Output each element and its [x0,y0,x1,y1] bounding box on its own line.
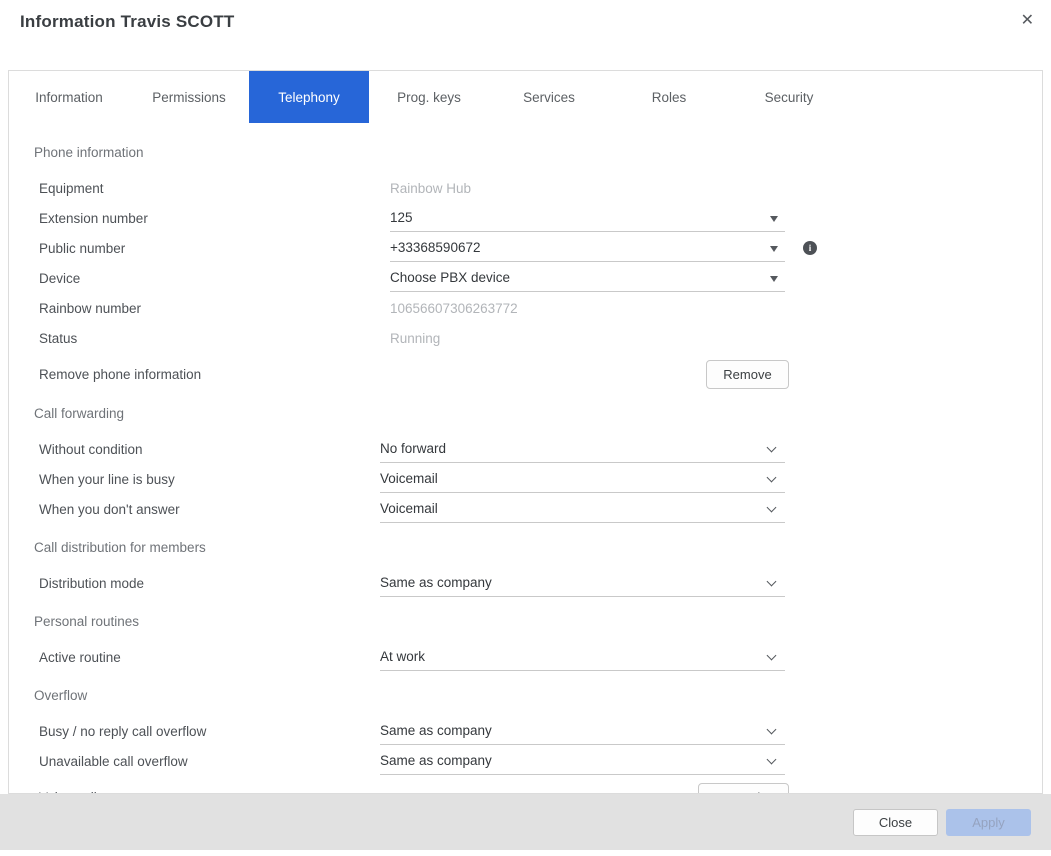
selected-value: At work [380,649,425,664]
section-title-call-forwarding: Call forwarding [9,400,1042,426]
close-button[interactable]: Close [853,809,938,836]
field-label: When you don't answer [39,502,380,517]
field-label: Unavailable call overflow [39,754,380,769]
chevron-down-icon [767,577,777,587]
equipment-value: Rainbow Hub [390,181,471,196]
dialog-panel: Information Permissions Telephony Prog. … [8,70,1043,794]
tab-services[interactable]: Services [489,71,609,123]
tab-bar: Information Permissions Telephony Prog. … [9,71,1042,123]
selected-value: Voicemail [380,501,438,516]
line-busy-select[interactable]: Voicemail [380,465,785,493]
rainbow-number-value: 10656607306263772 [390,301,518,316]
field-label: Remove phone information [39,367,390,382]
chevron-down-icon [767,503,777,513]
selected-value: +33368590672 [390,240,480,255]
row-without-condition: Without condition No forward [9,434,1042,464]
tab-permissions[interactable]: Permissions [129,71,249,123]
dropdown-arrow-icon [770,216,778,222]
customize-button[interactable]: Customize [698,783,789,795]
row-device: Device Choose PBX device [9,263,1042,293]
field-label: Extension number [39,211,390,226]
row-status: Status Running [9,323,1042,353]
row-voicemail-management: Voicemail management Customize [9,781,1042,794]
field-label: Distribution mode [39,576,380,591]
chevron-down-icon [767,473,777,483]
active-routine-select[interactable]: At work [380,643,785,671]
dialog-title: Information Travis SCOTT [20,12,235,32]
field-label: Rainbow number [39,301,390,316]
section-title-personal-routines: Personal routines [9,608,1042,634]
dialog-footer: Close Apply [0,794,1051,850]
field-label: Status [39,331,390,346]
selected-value: Voicemail [380,471,438,486]
tab-information[interactable]: Information [9,71,129,123]
tab-prog-keys[interactable]: Prog. keys [369,71,489,123]
distribution-mode-select[interactable]: Same as company [380,569,785,597]
dropdown-arrow-icon [770,276,778,282]
chevron-down-icon [767,443,777,453]
section-title-overflow: Overflow [9,682,1042,708]
row-unavailable-overflow: Unavailable call overflow Same as compan… [9,746,1042,776]
without-condition-select[interactable]: No forward [380,435,785,463]
row-rainbow-number: Rainbow number 10656607306263772 [9,293,1042,323]
row-public-number: Public number +33368590672 i [9,233,1042,263]
apply-button[interactable]: Apply [946,809,1031,836]
tab-roles[interactable]: Roles [609,71,729,123]
unavailable-overflow-select[interactable]: Same as company [380,747,785,775]
close-icon[interactable]: ✕ [1017,9,1038,33]
dont-answer-select[interactable]: Voicemail [380,495,785,523]
row-extension-number: Extension number 125 [9,203,1042,233]
selected-value: No forward [380,441,446,456]
row-active-routine: Active routine At work [9,642,1042,672]
remove-button[interactable]: Remove [706,360,789,389]
field-label: Active routine [39,650,380,665]
chevron-down-icon [767,725,777,735]
field-label: Equipment [39,181,390,196]
row-equipment: Equipment Rainbow Hub [9,173,1042,203]
section-title-call-distribution: Call distribution for members [9,534,1042,560]
dropdown-arrow-icon [770,246,778,252]
row-dont-answer: When you don't answer Voicemail [9,494,1042,524]
field-label: Without condition [39,442,380,457]
field-label: When your line is busy [39,472,380,487]
status-value: Running [390,331,440,346]
selected-value: Same as company [380,753,492,768]
tab-security[interactable]: Security [729,71,849,123]
row-remove-phone-information: Remove phone information Remove [9,358,1042,390]
device-select[interactable]: Choose PBX device [390,264,785,292]
field-label: Device [39,271,390,286]
selected-value: Same as company [380,723,492,738]
info-icon[interactable]: i [803,241,817,255]
field-label: Busy / no reply call overflow [39,724,380,739]
selected-value: Same as company [380,575,492,590]
field-label: Public number [39,241,390,256]
section-title-phone-information: Phone information [9,139,1042,165]
public-number-select[interactable]: +33368590672 [390,234,785,262]
tab-telephony[interactable]: Telephony [249,71,369,123]
extension-number-select[interactable]: 125 [390,204,785,232]
row-distribution-mode: Distribution mode Same as company [9,568,1042,598]
selected-value: 125 [390,210,413,225]
busy-no-reply-overflow-select[interactable]: Same as company [380,717,785,745]
chevron-down-icon [767,755,777,765]
selected-value: Choose PBX device [390,270,510,285]
chevron-down-icon [767,651,777,661]
row-busy-no-reply-overflow: Busy / no reply call overflow Same as co… [9,716,1042,746]
row-line-busy: When your line is busy Voicemail [9,464,1042,494]
